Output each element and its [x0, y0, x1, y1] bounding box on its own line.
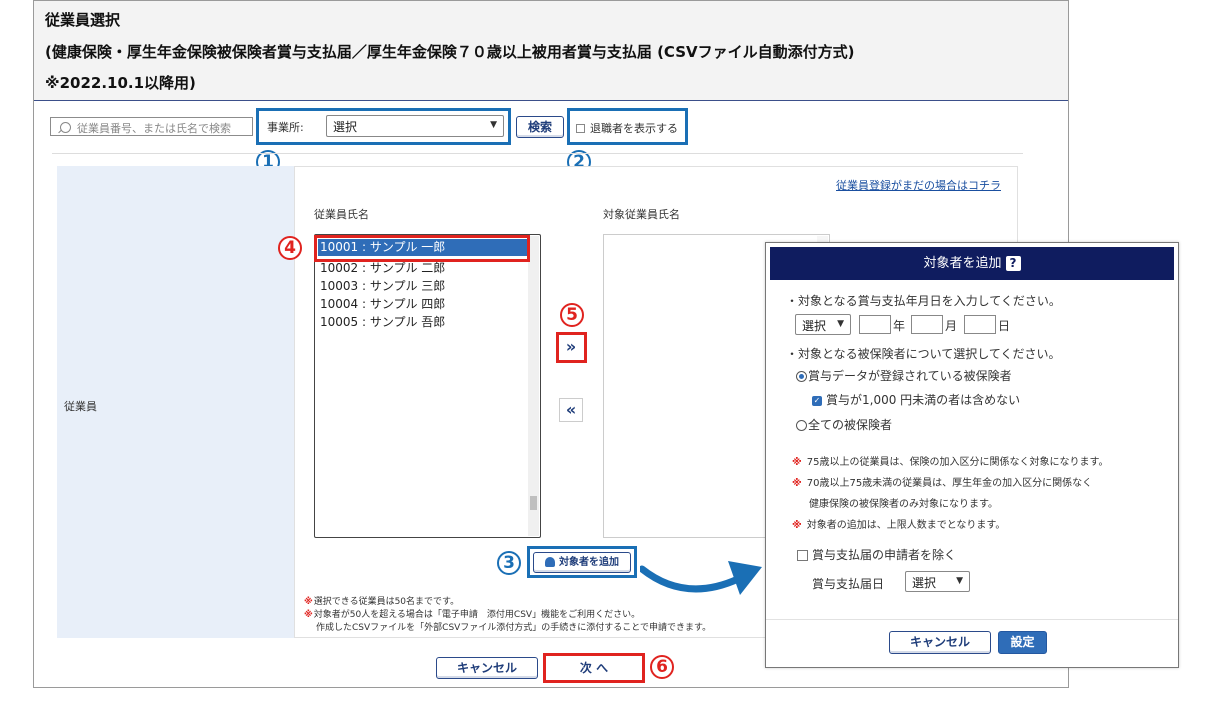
employee-list[interactable]: 10001 : サンプル 一郎 10002 : サンプル 二郎 10003 : … [314, 234, 541, 538]
office-select-value: 選択 [333, 120, 358, 134]
checkbox-checked-icon: ✓ [812, 395, 822, 406]
dialog-line-insured: ・対象となる被保険者について選択してください。 [786, 347, 1061, 361]
note-line: 75歳以上の従業員は、保険の加入区分に関係なく対象になります。 [806, 457, 1109, 468]
chevron-down-icon: ▼ [956, 576, 963, 586]
retired-label: 退職者を表示する [590, 122, 678, 135]
note-line: 作成したCSVファイルを「外部CSVファイル添付方式」の手続きに添付することで申… [316, 623, 712, 633]
dialog-notes: ※ 75歳以上の従業員は、保険の加入区分に関係なく対象になります。 ※ 70歳以上7… [792, 457, 1109, 531]
search-input[interactable]: 従業員番号、または氏名で検索 [50, 117, 253, 136]
selected-employee-highlight [314, 235, 530, 262]
callout-4: 4 [278, 236, 302, 260]
radio-selected-icon [796, 371, 807, 382]
note-line: 選択できる従業員は50名までです。 [313, 597, 460, 607]
dialog-line-date: ・対象となる賞与支払年月日を入力してください。 [786, 294, 1061, 308]
person-icon [545, 557, 555, 567]
era-select-value: 選択 [802, 319, 827, 333]
radio-all-insured[interactable]: 全ての被保険者 [796, 416, 892, 433]
dialog-ok-button[interactable]: 設定 [998, 631, 1047, 654]
list-item[interactable]: 10004 : サンプル 四郎 [320, 295, 445, 312]
search-button[interactable]: 検索 [516, 116, 564, 138]
add-target-label: 対象者を追加 [559, 557, 619, 568]
next-button[interactable]: 次 へ [543, 653, 645, 683]
move-left-button[interactable]: « [559, 398, 583, 422]
chevron-down-icon: ▼ [837, 319, 844, 329]
dialog-header: 対象者を追加? [770, 247, 1174, 280]
retired-checkbox[interactable] [576, 124, 585, 133]
radio-all-label: 全ての被保険者 [808, 418, 893, 432]
office-label: 事業所: [267, 121, 304, 134]
exclude-applicant-label: 賞与支払届の申請者を除く [812, 548, 957, 562]
era-select[interactable]: 選択 ▼ [795, 314, 851, 335]
list-item[interactable]: 10003 : サンプル 三郎 [320, 277, 445, 294]
page-subtitle: (健康保険・厚生年金保険被保険者賞与支払届／厚生年金保険７０歳以上被用者賞与支払… [45, 43, 855, 61]
note-line: 健康保険の被保険者のみ対象になります。 [809, 499, 998, 510]
search-icon [60, 122, 71, 133]
employee-list-label: 従業員氏名 [314, 208, 369, 221]
page-note: ※2022.10.1以降用) [45, 74, 196, 92]
callout-6: 6 [650, 655, 674, 679]
dialog-cancel-button[interactable]: キャンセル [889, 631, 991, 654]
exclude-applicant-checkbox[interactable]: 賞与支払届の申請者を除く [797, 546, 956, 563]
pay-date-select[interactable]: 選択 ▼ [905, 571, 970, 592]
month-input[interactable] [911, 315, 943, 334]
day-label: 日 [998, 319, 1011, 333]
year-input[interactable] [859, 315, 891, 334]
note-line: 対象者が50人を超える場合は「電子申請 添付用CSV」機能をご利用ください。 [313, 610, 641, 620]
curved-arrow-icon [640, 561, 762, 595]
radio-bonus-label: 賞与データが登録されている被保険者 [808, 369, 1012, 383]
day-input[interactable] [964, 315, 996, 334]
month-label: 月 [945, 319, 958, 333]
radio-bonus-registered[interactable]: 賞与データが登録されている被保険者 [796, 367, 1012, 384]
add-target-button[interactable]: 対象者を追加 [533, 552, 631, 573]
checkbox-unchecked-icon [797, 550, 808, 561]
cancel-button[interactable]: キャンセル [436, 657, 538, 679]
exclude-under-1000-label: 賞与が1,000 円未満の者は含めない [826, 393, 1021, 407]
pay-date-label: 賞与支払届日 [812, 577, 885, 591]
office-select[interactable]: 選択 ▼ [326, 115, 504, 137]
exclude-under-1000-checkbox[interactable]: ✓ 賞与が1,000 円未満の者は含めない [812, 391, 1020, 408]
employee-row-label: 従業員 [64, 400, 97, 413]
employee-list-scrollbar[interactable] [528, 236, 539, 536]
note-line: 70歳以上75歳未満の従業員は、厚生年金の加入区分に関係なく [806, 478, 1093, 489]
pay-date-select-value: 選択 [912, 576, 937, 590]
search-placeholder: 従業員番号、または氏名で検索 [77, 122, 231, 135]
dialog-divider [766, 619, 1178, 620]
help-icon[interactable]: ? [1005, 256, 1021, 271]
target-list-label: 対象従業員氏名 [603, 208, 680, 221]
year-label: 年 [893, 319, 906, 333]
list-item[interactable]: 10005 : サンプル 吾郎 [320, 313, 445, 330]
move-right-button[interactable]: » [559, 335, 583, 359]
register-employee-link[interactable]: 従業員登録がまだの場合はコチラ [836, 177, 1001, 193]
note-line: 対象者の追加は、上限人数までとなります。 [806, 520, 1006, 531]
page-title: 従業員選択 [45, 11, 121, 29]
callout-5: 5 [560, 303, 584, 327]
next-button-label: 次 へ [579, 661, 609, 675]
divider [52, 153, 1023, 154]
chevron-down-icon: ▼ [490, 120, 497, 130]
dialog-title: 対象者を追加 [923, 256, 1002, 271]
callout-3: 3 [497, 551, 521, 575]
radio-unselected-icon [796, 420, 807, 431]
